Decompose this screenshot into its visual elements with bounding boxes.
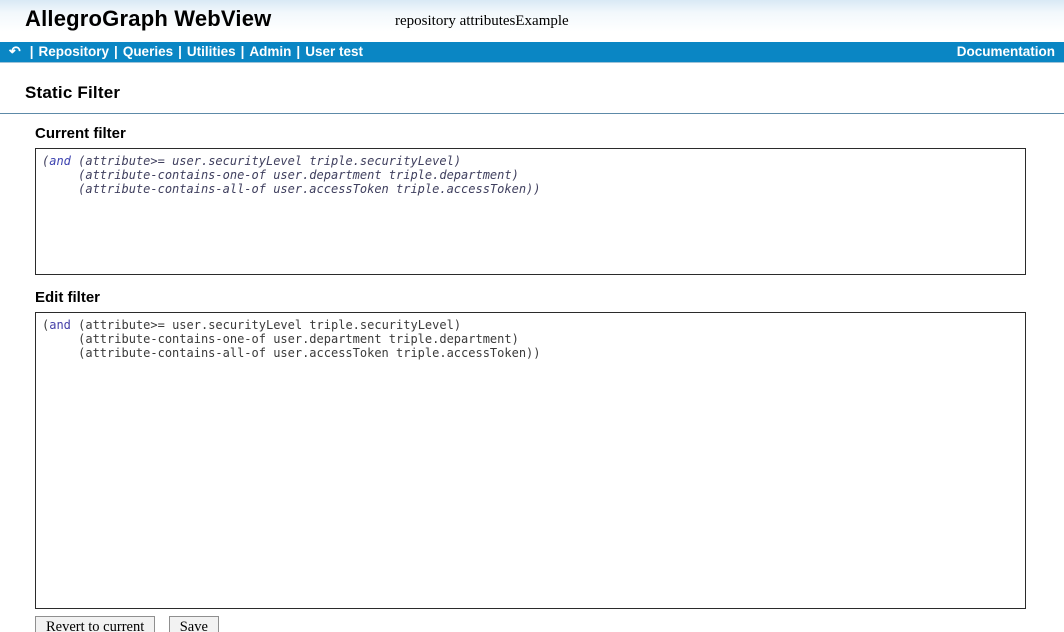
app-title: AllegroGraph WebView bbox=[25, 6, 271, 32]
nav-item-repository[interactable]: Repository bbox=[39, 44, 110, 59]
nav-item-user[interactable]: User test bbox=[305, 44, 363, 59]
page-title-row: Static Filter bbox=[0, 63, 1064, 114]
nav-item-queries[interactable]: Queries bbox=[123, 44, 173, 59]
page-title: Static Filter bbox=[25, 83, 120, 102]
nav-item-utilities[interactable]: Utilities bbox=[187, 44, 236, 59]
code-keyword: and bbox=[49, 154, 71, 168]
nav-separator: | bbox=[109, 44, 123, 59]
code-line: (attribute-contains-all-of user.accessTo… bbox=[42, 346, 1019, 360]
button-row: Revert to current Save bbox=[35, 616, 1064, 632]
nav-item-documentation[interactable]: Documentation bbox=[957, 44, 1055, 59]
nav-left-group: ↶ | Repository | Queries | Utilities | A… bbox=[9, 43, 363, 60]
code-text: (attribute-contains-one-of user.departme… bbox=[42, 168, 519, 182]
code-text: (attribute-contains-all-of user.accessTo… bbox=[42, 182, 541, 196]
code-line: (attribute-contains-one-of user.departme… bbox=[42, 168, 1019, 182]
edit-filter-editor[interactable]: (and (attribute>= user.securityLevel tri… bbox=[35, 312, 1026, 609]
edit-filter-label: Edit filter bbox=[35, 289, 1064, 306]
code-line: (and (attribute>= user.securityLevel tri… bbox=[42, 318, 1019, 332]
repository-label: repository attributesExample bbox=[395, 13, 569, 30]
code-line: (and (attribute>= user.securityLevel tri… bbox=[42, 154, 1019, 168]
revert-to-current-button[interactable]: Revert to current bbox=[35, 616, 155, 632]
nav-separator: | bbox=[173, 44, 187, 59]
save-button[interactable]: Save bbox=[169, 616, 219, 632]
current-filter-label: Current filter bbox=[35, 125, 1064, 142]
code-line: (attribute-contains-one-of user.departme… bbox=[42, 332, 1019, 346]
code-keyword: and bbox=[49, 318, 71, 332]
code-text: (attribute>= user.securityLevel triple.s… bbox=[71, 318, 461, 332]
nav-separator: | bbox=[291, 44, 305, 59]
masthead: AllegroGraph WebView repository attribut… bbox=[0, 0, 1064, 42]
code-text: (attribute>= user.securityLevel triple.s… bbox=[71, 154, 461, 168]
nav-item-admin[interactable]: Admin bbox=[249, 44, 291, 59]
current-filter-display: (and (attribute>= user.securityLevel tri… bbox=[35, 148, 1026, 275]
back-arrow-icon[interactable]: ↶ bbox=[9, 43, 21, 60]
main-navbar: ↶ | Repository | Queries | Utilities | A… bbox=[0, 42, 1064, 63]
code-text: (attribute-contains-all-of user.accessTo… bbox=[42, 346, 541, 360]
nav-separator: | bbox=[236, 44, 250, 59]
code-text: (attribute-contains-one-of user.departme… bbox=[42, 332, 519, 346]
code-line: (attribute-contains-all-of user.accessTo… bbox=[42, 182, 1019, 196]
nav-separator: | bbox=[25, 44, 39, 59]
